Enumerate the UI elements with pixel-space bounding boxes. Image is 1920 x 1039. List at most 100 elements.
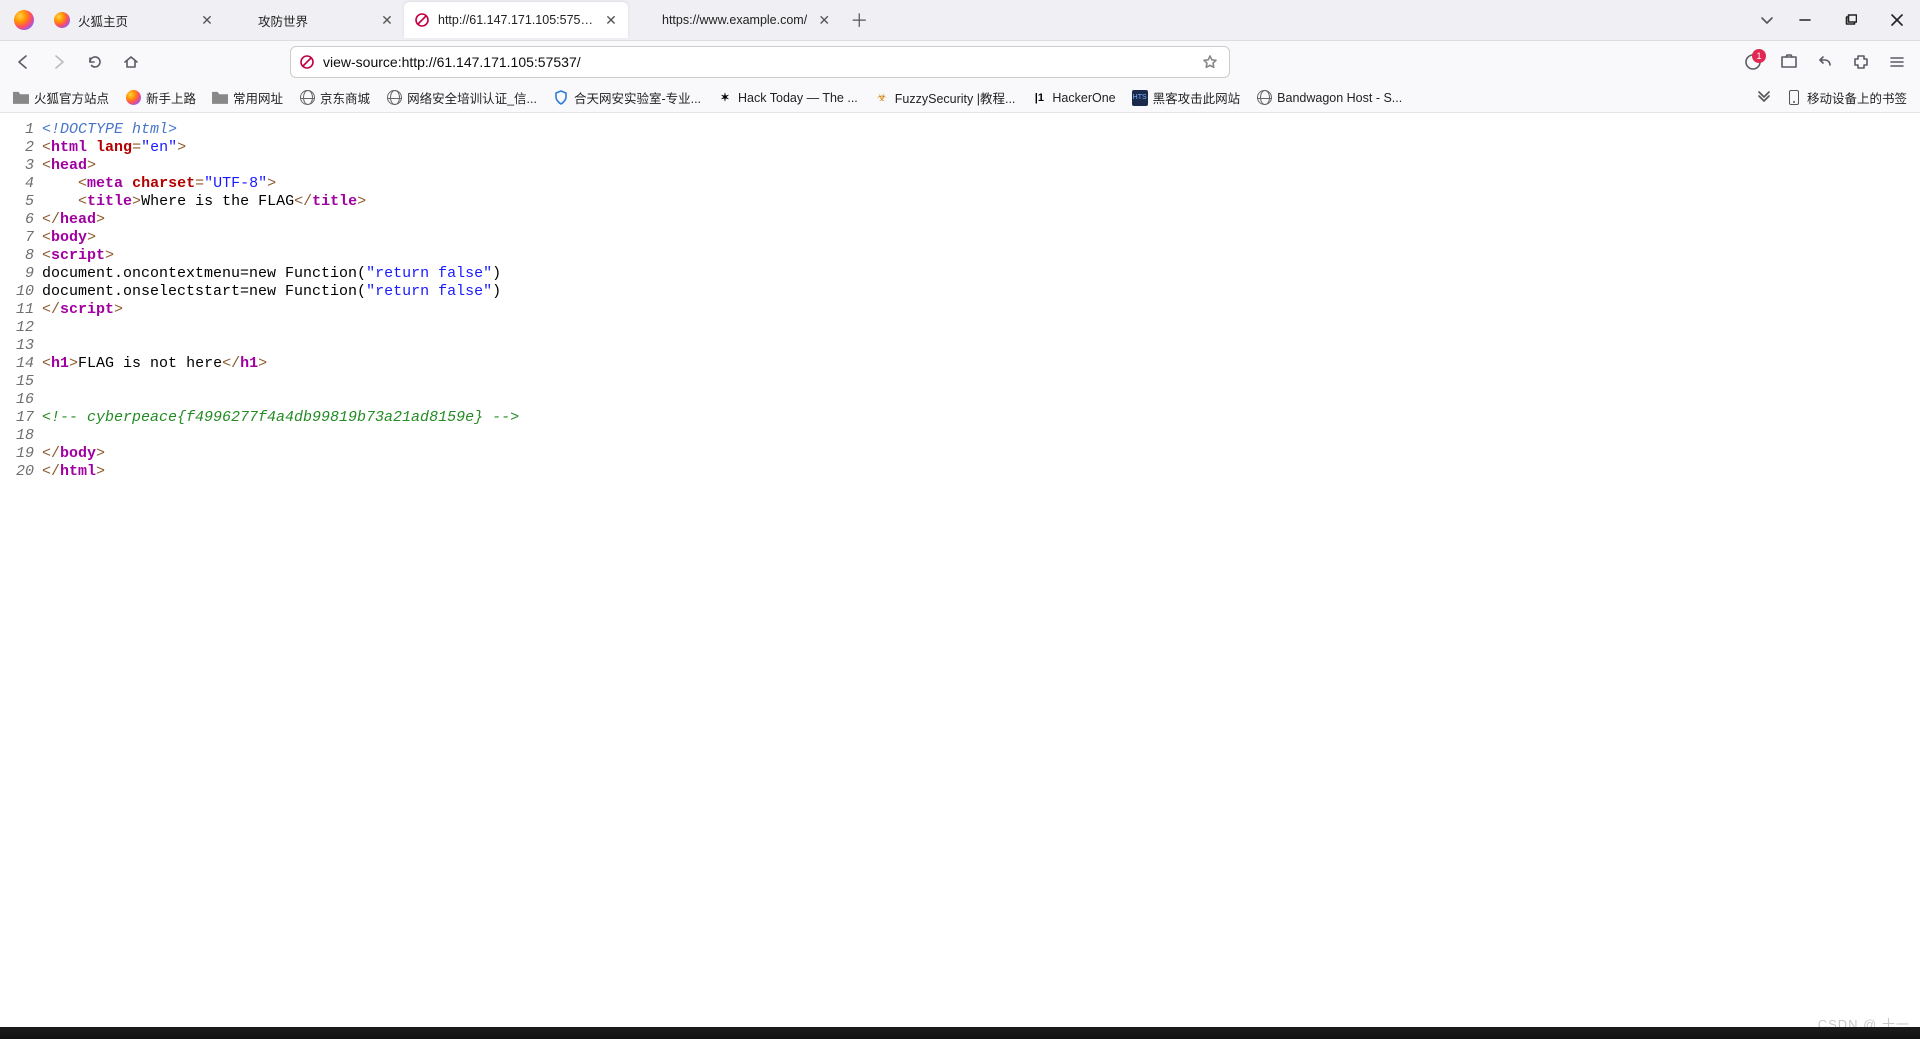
bookmark-item[interactable]: ☣ FuzzySecurity |教程... bbox=[867, 85, 1023, 111]
code-line: </body> bbox=[40, 445, 1920, 463]
line-number: 12 bbox=[0, 319, 40, 337]
tab-list-dropdown[interactable] bbox=[1752, 5, 1782, 35]
globe-icon bbox=[386, 90, 402, 106]
globe-icon bbox=[1256, 90, 1272, 106]
line-number: 6 bbox=[0, 211, 40, 229]
forward-button[interactable] bbox=[42, 45, 76, 79]
bookmark-item[interactable]: Bandwagon Host - S... bbox=[1249, 85, 1409, 111]
mobile-icon bbox=[1786, 90, 1802, 106]
tab-firefox-home[interactable]: 火狐主页 ✕ bbox=[44, 2, 224, 38]
line-number: 2 bbox=[0, 139, 40, 157]
code-line: </html> bbox=[40, 463, 1920, 481]
tab-title: http://61.147.171.105:57537/ bbox=[438, 13, 594, 27]
close-window-button[interactable] bbox=[1874, 0, 1920, 40]
code-line: <body> bbox=[40, 229, 1920, 247]
maximize-button[interactable] bbox=[1828, 0, 1874, 40]
new-tab-button[interactable]: ＋ bbox=[845, 6, 873, 34]
bookmark-label: 京东商城 bbox=[320, 88, 370, 107]
line-number: 8 bbox=[0, 247, 40, 265]
bookmark-label: Hack Today — The ... bbox=[738, 91, 858, 105]
line-number: 5 bbox=[0, 193, 40, 211]
tab-example[interactable]: https://www.example.com/ ✕ bbox=[628, 2, 841, 38]
code-line: <!-- cyberpeace{f4996277f4a4db99819b73a2… bbox=[40, 409, 1920, 427]
screenshot-button[interactable] bbox=[1772, 45, 1806, 79]
code-line: <meta charset="UTF-8"> bbox=[40, 175, 1920, 193]
bookmark-item[interactable]: ✶Hack Today — The ... bbox=[710, 85, 865, 111]
bookmark-item[interactable]: 合天网安实验室-专业... bbox=[546, 85, 708, 111]
close-icon[interactable]: ✕ bbox=[602, 11, 620, 29]
bookmark-label: 合天网安实验室-专业... bbox=[574, 88, 701, 107]
close-icon[interactable]: ✕ bbox=[815, 11, 833, 29]
line-number: 11 bbox=[0, 301, 40, 319]
globe-icon bbox=[299, 90, 315, 106]
bookmark-item[interactable]: 网络安全培训认证_信... bbox=[379, 85, 544, 111]
back-button[interactable] bbox=[6, 45, 40, 79]
app-menu-button[interactable] bbox=[1880, 45, 1914, 79]
bookmark-mobile[interactable]: 移动设备上的书签 bbox=[1779, 85, 1914, 111]
code-line: </script> bbox=[40, 301, 1920, 319]
line-number: 7 bbox=[0, 229, 40, 247]
address-bar[interactable]: view-source:http://61.147.171.105:57537/ bbox=[290, 46, 1230, 78]
home-button[interactable] bbox=[114, 45, 148, 79]
firefox-icon bbox=[54, 12, 70, 28]
bookmark-label: Bandwagon Host - S... bbox=[1277, 91, 1402, 105]
bookmark-label: 火狐官方站点 bbox=[34, 88, 109, 107]
bookmark-item[interactable]: 京东商城 bbox=[292, 85, 377, 111]
bookmark-star-icon[interactable] bbox=[1199, 51, 1221, 73]
shield-icon bbox=[553, 90, 569, 106]
folder-icon bbox=[13, 90, 29, 106]
bookmark-item[interactable]: HTS 黑客攻击此网站 bbox=[1125, 85, 1248, 111]
bookmarks-overflow-button[interactable] bbox=[1751, 85, 1777, 111]
tab-adworld[interactable]: 攻防世界 ✕ bbox=[224, 2, 404, 38]
tab-title: https://www.example.com/ bbox=[662, 13, 807, 27]
tab-title: 攻防世界 bbox=[258, 11, 370, 30]
extensions-button[interactable] bbox=[1844, 45, 1878, 79]
line-number: 19 bbox=[0, 445, 40, 463]
bug-icon: ☣ bbox=[874, 90, 890, 106]
close-icon[interactable]: ✕ bbox=[378, 11, 396, 29]
source-view: 1<!DOCTYPE html> 2<html lang="en"> 3<hea… bbox=[0, 113, 1920, 481]
bookmark-label: HackerOne bbox=[1052, 91, 1115, 105]
code-line: </head> bbox=[40, 211, 1920, 229]
bookmark-item[interactable]: |1 HackerOne bbox=[1024, 85, 1122, 111]
line-number: 16 bbox=[0, 391, 40, 409]
bookmark-label: 黑客攻击此网站 bbox=[1153, 88, 1241, 107]
code-line: document.onselectstart=new Function("ret… bbox=[40, 283, 1920, 301]
bookmarks-toolbar: 火狐官方站点 新手上路 常用网址 京东商城 网络安全培训认证_信... 合天网安… bbox=[0, 83, 1920, 113]
code-line bbox=[40, 373, 1920, 391]
bookmark-item[interactable]: 火狐官方站点 bbox=[6, 85, 116, 111]
notification-badge: 1 bbox=[1752, 49, 1766, 63]
code-line bbox=[40, 391, 1920, 409]
close-icon[interactable]: ✕ bbox=[198, 11, 216, 29]
bookmark-label: 新手上路 bbox=[146, 88, 196, 107]
code-line bbox=[40, 427, 1920, 445]
bookmark-label: 网络安全培训认证_信... bbox=[407, 88, 537, 107]
code-line: <head> bbox=[40, 157, 1920, 175]
bookmark-label: FuzzySecurity |教程... bbox=[895, 88, 1016, 107]
page-icon bbox=[234, 12, 250, 28]
bookmark-item[interactable]: 常用网址 bbox=[205, 85, 290, 111]
line-number: 18 bbox=[0, 427, 40, 445]
code-line bbox=[40, 319, 1920, 337]
bookmark-label: 常用网址 bbox=[233, 88, 283, 107]
line-number: 4 bbox=[0, 175, 40, 193]
code-line: <title>Where is the FLAG</title> bbox=[40, 193, 1920, 211]
bookmark-label: 移动设备上的书签 bbox=[1807, 88, 1907, 107]
reload-button[interactable] bbox=[78, 45, 112, 79]
line-number: 9 bbox=[0, 265, 40, 283]
bookmark-item[interactable]: 新手上路 bbox=[118, 85, 203, 111]
line-number: 3 bbox=[0, 157, 40, 175]
navigation-toolbar: view-source:http://61.147.171.105:57537/… bbox=[0, 41, 1920, 83]
url-text: view-source:http://61.147.171.105:57537/ bbox=[323, 54, 1191, 70]
code-line: document.oncontextmenu=new Function("ret… bbox=[40, 265, 1920, 283]
tab-strip: 火狐主页 ✕ 攻防世界 ✕ http://61.147.171.105:5753… bbox=[0, 0, 1920, 41]
undo-button[interactable] bbox=[1808, 45, 1842, 79]
hackerone-icon: |1 bbox=[1031, 90, 1047, 106]
firefox-app-icon bbox=[8, 4, 40, 36]
line-number: 17 bbox=[0, 409, 40, 427]
site-identity-icon[interactable] bbox=[299, 54, 315, 70]
minimize-button[interactable] bbox=[1782, 0, 1828, 40]
hts-icon: HTS bbox=[1132, 90, 1148, 106]
notifications-button[interactable]: 1 bbox=[1736, 45, 1770, 79]
tab-view-source[interactable]: http://61.147.171.105:57537/ ✕ bbox=[404, 2, 628, 38]
